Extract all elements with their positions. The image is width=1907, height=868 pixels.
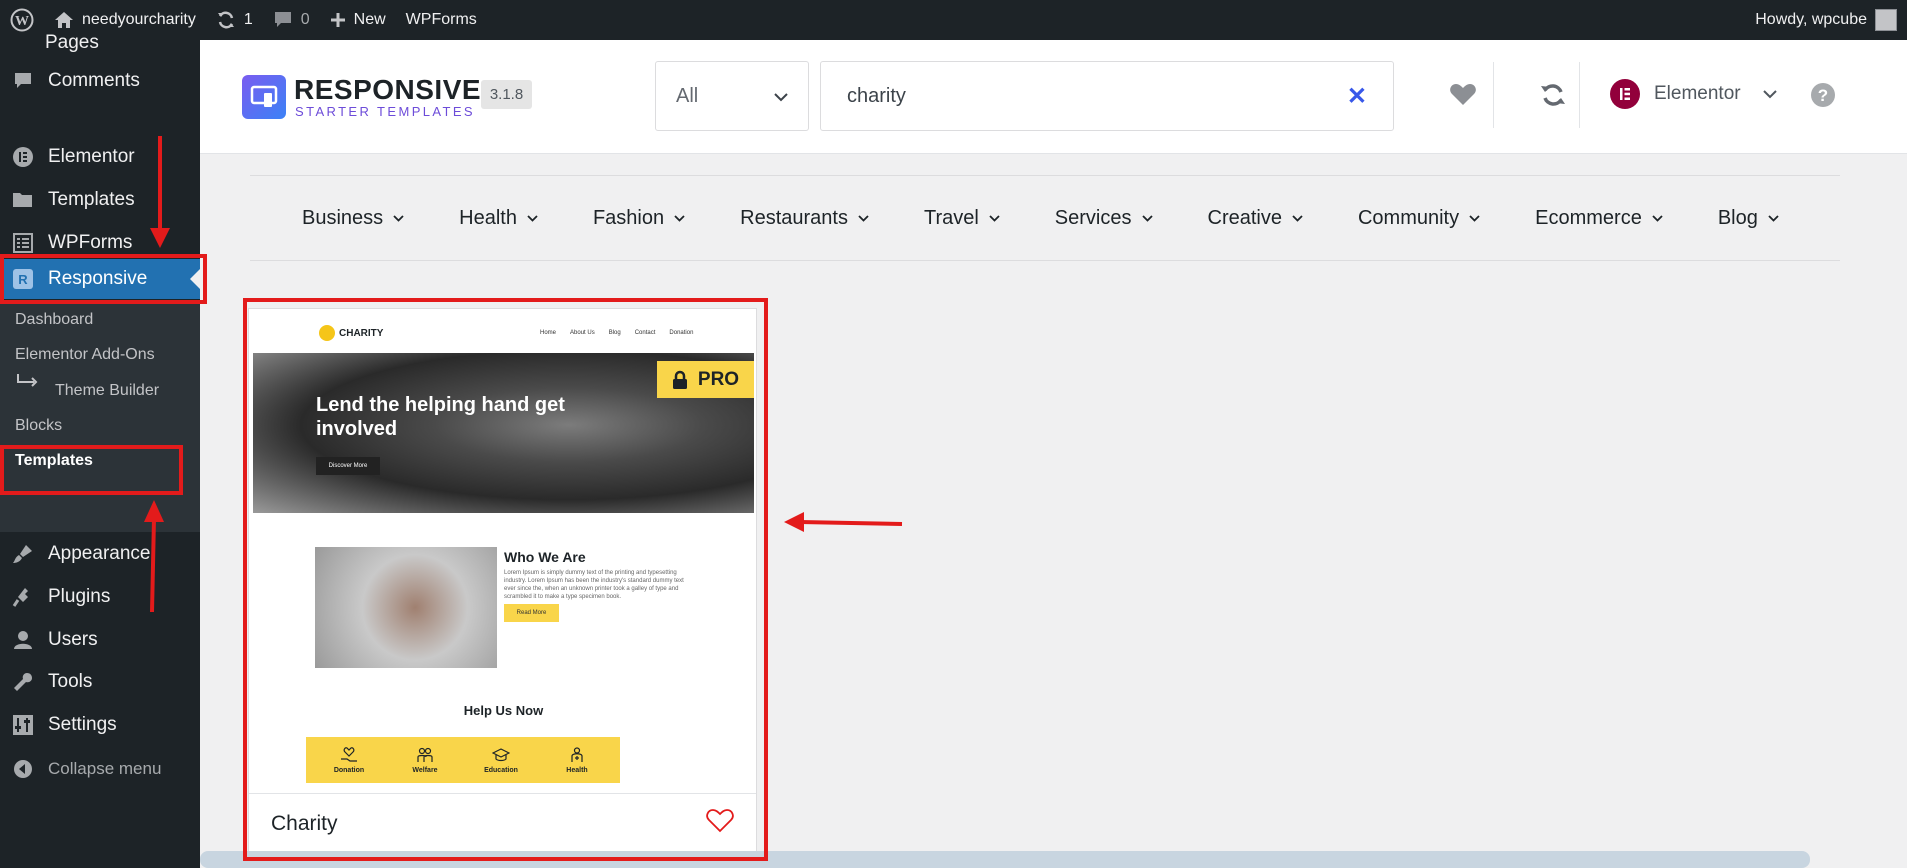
arrow-left-to-card	[784, 512, 903, 532]
arrow-up-to-templates	[144, 500, 164, 613]
arrow-down-to-responsive	[150, 136, 170, 248]
annotation-arrows	[144, 136, 903, 613]
